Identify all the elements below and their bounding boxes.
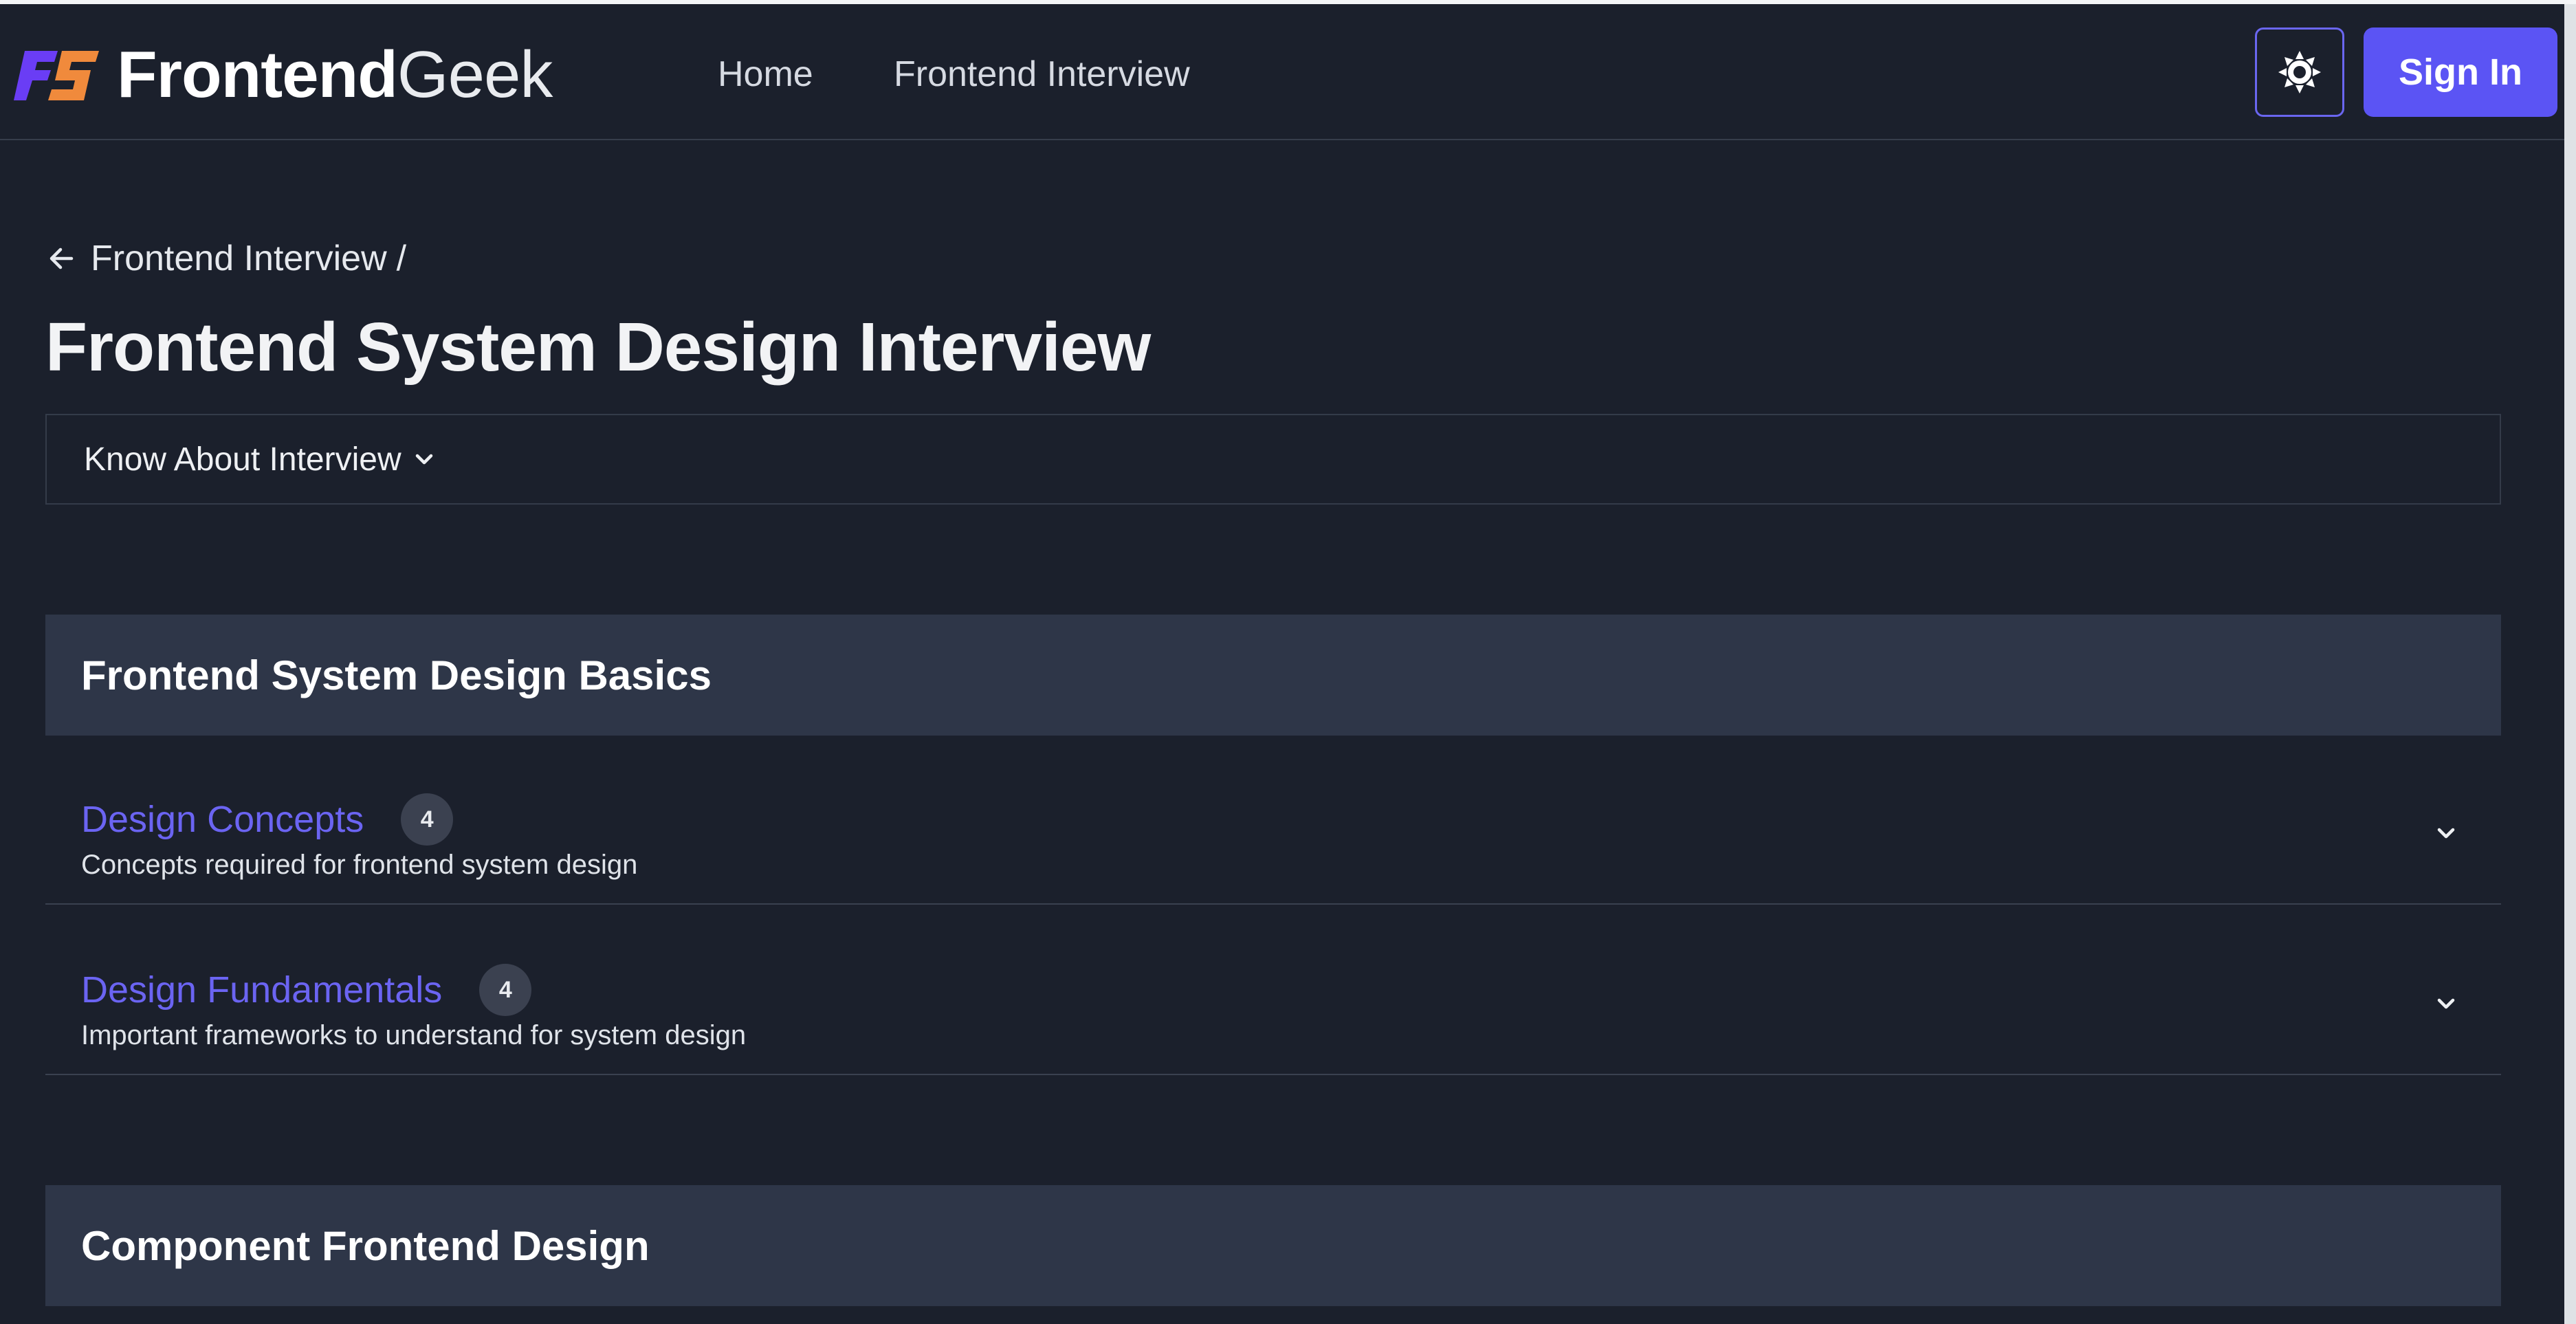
sign-in-button[interactable]: Sign In: [2364, 27, 2557, 117]
topic-count-badge: 4: [479, 964, 532, 1016]
topic-header: Design Fundamentals 4: [81, 964, 532, 1016]
logo-text-light: Geek: [397, 38, 553, 111]
scrollbar-track[interactable]: [2564, 4, 2576, 1324]
expand-chevron-icon[interactable]: [2432, 990, 2460, 1017]
breadcrumb: Frontend Interview /: [47, 238, 406, 279]
nav-home-link[interactable]: Home: [718, 54, 813, 95]
nav-frontend-interview-link[interactable]: Frontend Interview: [894, 54, 1190, 95]
topic-description: Important frameworks to understand for s…: [81, 1020, 747, 1050]
arrow-left-icon[interactable]: [47, 244, 76, 273]
sun-icon: [2278, 51, 2321, 93]
section-title: Component Frontend Design: [81, 1222, 650, 1269]
site-header: FrontendGeek Home Frontend Interview Sig…: [0, 4, 2564, 140]
know-about-interview-label: Know About Interview: [84, 441, 401, 478]
breadcrumb-parent-link[interactable]: Frontend Interview: [91, 238, 387, 279]
topic-description: Concepts required for frontend system de…: [81, 850, 638, 880]
section-title: Frontend System Design Basics: [81, 652, 712, 698]
topic-count-badge: 4: [401, 793, 454, 846]
logo-mark-icon: [14, 51, 99, 100]
logo-text-bold: Frontend: [117, 38, 398, 111]
topic-header: Design Concepts 4: [81, 793, 454, 846]
know-about-interview-toggle[interactable]: Know About Interview: [45, 414, 2501, 505]
topic-row-design-fundamentals[interactable]: Design Fundamentals 4 Important framewor…: [45, 906, 2501, 1075]
expand-chevron-icon[interactable]: [2432, 819, 2460, 847]
breadcrumb-separator: /: [396, 239, 407, 278]
section-header: Frontend System Design Basics: [45, 615, 2501, 736]
section-header: Component Frontend Design: [45, 1185, 2501, 1306]
logo[interactable]: FrontendGeek: [12, 42, 553, 108]
topic-title-link[interactable]: Design Concepts: [81, 798, 364, 841]
page-title: Frontend System Design Interview: [45, 309, 1151, 386]
theme-toggle-button[interactable]: [2255, 27, 2344, 117]
topic-title-link[interactable]: Design Fundamentals: [81, 969, 442, 1011]
topic-row-design-concepts[interactable]: Design Concepts 4 Concepts required for …: [45, 736, 2501, 905]
chevron-down-icon: [415, 454, 432, 465]
